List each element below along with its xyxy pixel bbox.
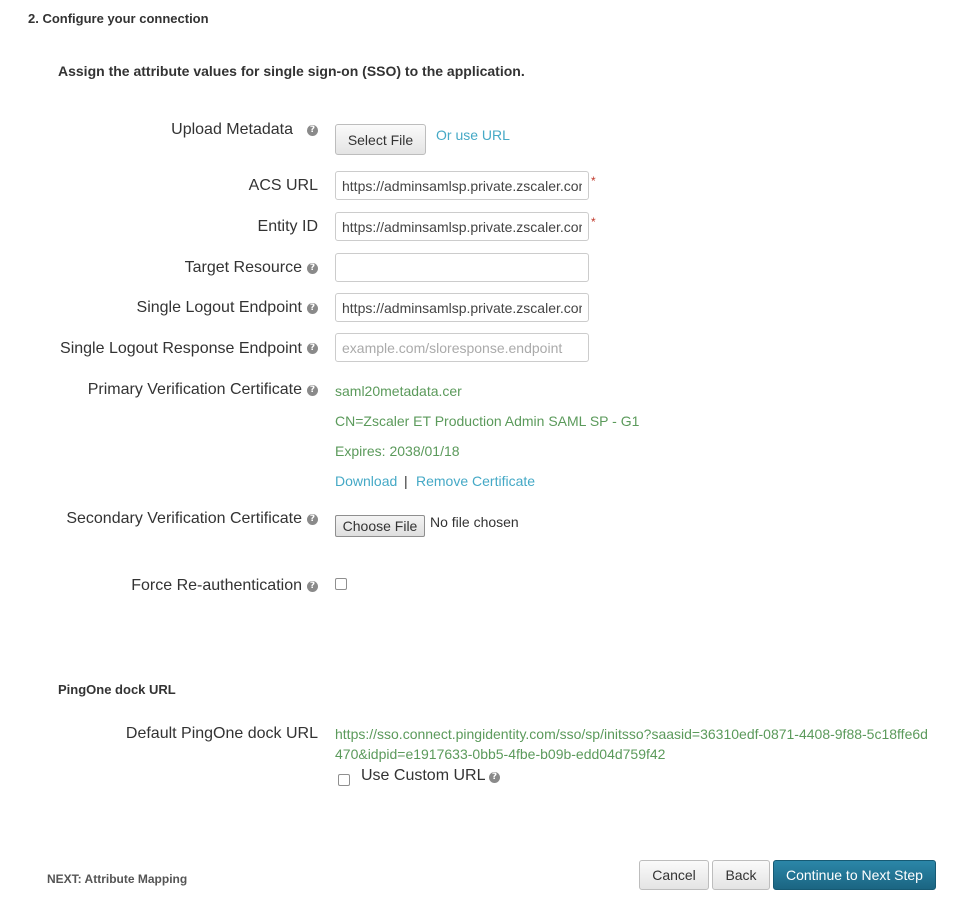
next-step-hint: NEXT: Attribute Mapping (47, 872, 188, 886)
primary-cert-cn: CN=Zscaler ET Production Admin SAML SP -… (335, 413, 640, 429)
help-icon[interactable]: ? (307, 385, 318, 396)
download-cert-link[interactable]: Download (335, 473, 397, 489)
use-custom-url-label: Use Custom URL (361, 767, 486, 784)
help-icon[interactable]: ? (489, 772, 500, 783)
primary-cert-label: Primary Verification Certificate (87, 381, 302, 398)
target-resource-input[interactable] (335, 253, 589, 282)
required-marker: * (591, 215, 596, 229)
single-logout-endpoint-input[interactable] (335, 293, 589, 322)
target-resource-label: Target Resource (184, 259, 302, 276)
continue-next-step-button[interactable]: Continue to Next Step (773, 860, 936, 890)
file-status-text: No file chosen (430, 514, 519, 530)
force-reauth-label: Force Re-authentication (131, 577, 302, 594)
dock-url-label: Default PingOne dock URL (125, 725, 318, 742)
help-icon[interactable]: ? (307, 514, 318, 525)
single-logout-response-endpoint-input[interactable] (335, 333, 589, 362)
back-button[interactable]: Back (712, 860, 770, 890)
acs-url-label: ACS URL (248, 177, 318, 194)
remove-cert-link[interactable]: Remove Certificate (416, 473, 535, 489)
select-file-button[interactable]: Select File (335, 124, 426, 155)
use-custom-url-checkbox[interactable] (338, 774, 350, 786)
acs-url-input[interactable] (335, 171, 589, 200)
entity-id-label: Entity ID (257, 218, 318, 235)
link-separator: | (404, 473, 408, 489)
dock-section-title: PingOne dock URL (58, 682, 176, 697)
required-marker: * (591, 174, 596, 188)
cancel-button[interactable]: Cancel (639, 860, 709, 890)
choose-file-button[interactable]: Choose File (335, 515, 425, 537)
or-use-url-link[interactable]: Or use URL (436, 127, 510, 143)
entity-id-input[interactable] (335, 212, 589, 241)
dock-url-value: https://sso.connect.pingidentity.com/sso… (335, 726, 928, 762)
help-icon[interactable]: ? (307, 125, 318, 136)
section-subtitle: Assign the attribute values for single s… (58, 63, 525, 79)
secondary-cert-label: Secondary Verification Certificate (66, 510, 302, 527)
section-title: 2. Configure your connection (28, 11, 209, 26)
help-icon[interactable]: ? (307, 343, 318, 354)
upload-metadata-label: Upload Metadata (171, 121, 293, 138)
single-logout-response-endpoint-label: Single Logout Response Endpoint (60, 340, 302, 357)
help-icon[interactable]: ? (307, 263, 318, 274)
help-icon[interactable]: ? (307, 303, 318, 314)
primary-cert-expires: Expires: 2038/01/18 (335, 443, 460, 459)
primary-cert-filename: saml20metadata.cer (335, 383, 462, 399)
single-logout-endpoint-label: Single Logout Endpoint (136, 299, 302, 316)
help-icon[interactable]: ? (307, 581, 318, 592)
force-reauth-checkbox[interactable] (335, 578, 347, 590)
